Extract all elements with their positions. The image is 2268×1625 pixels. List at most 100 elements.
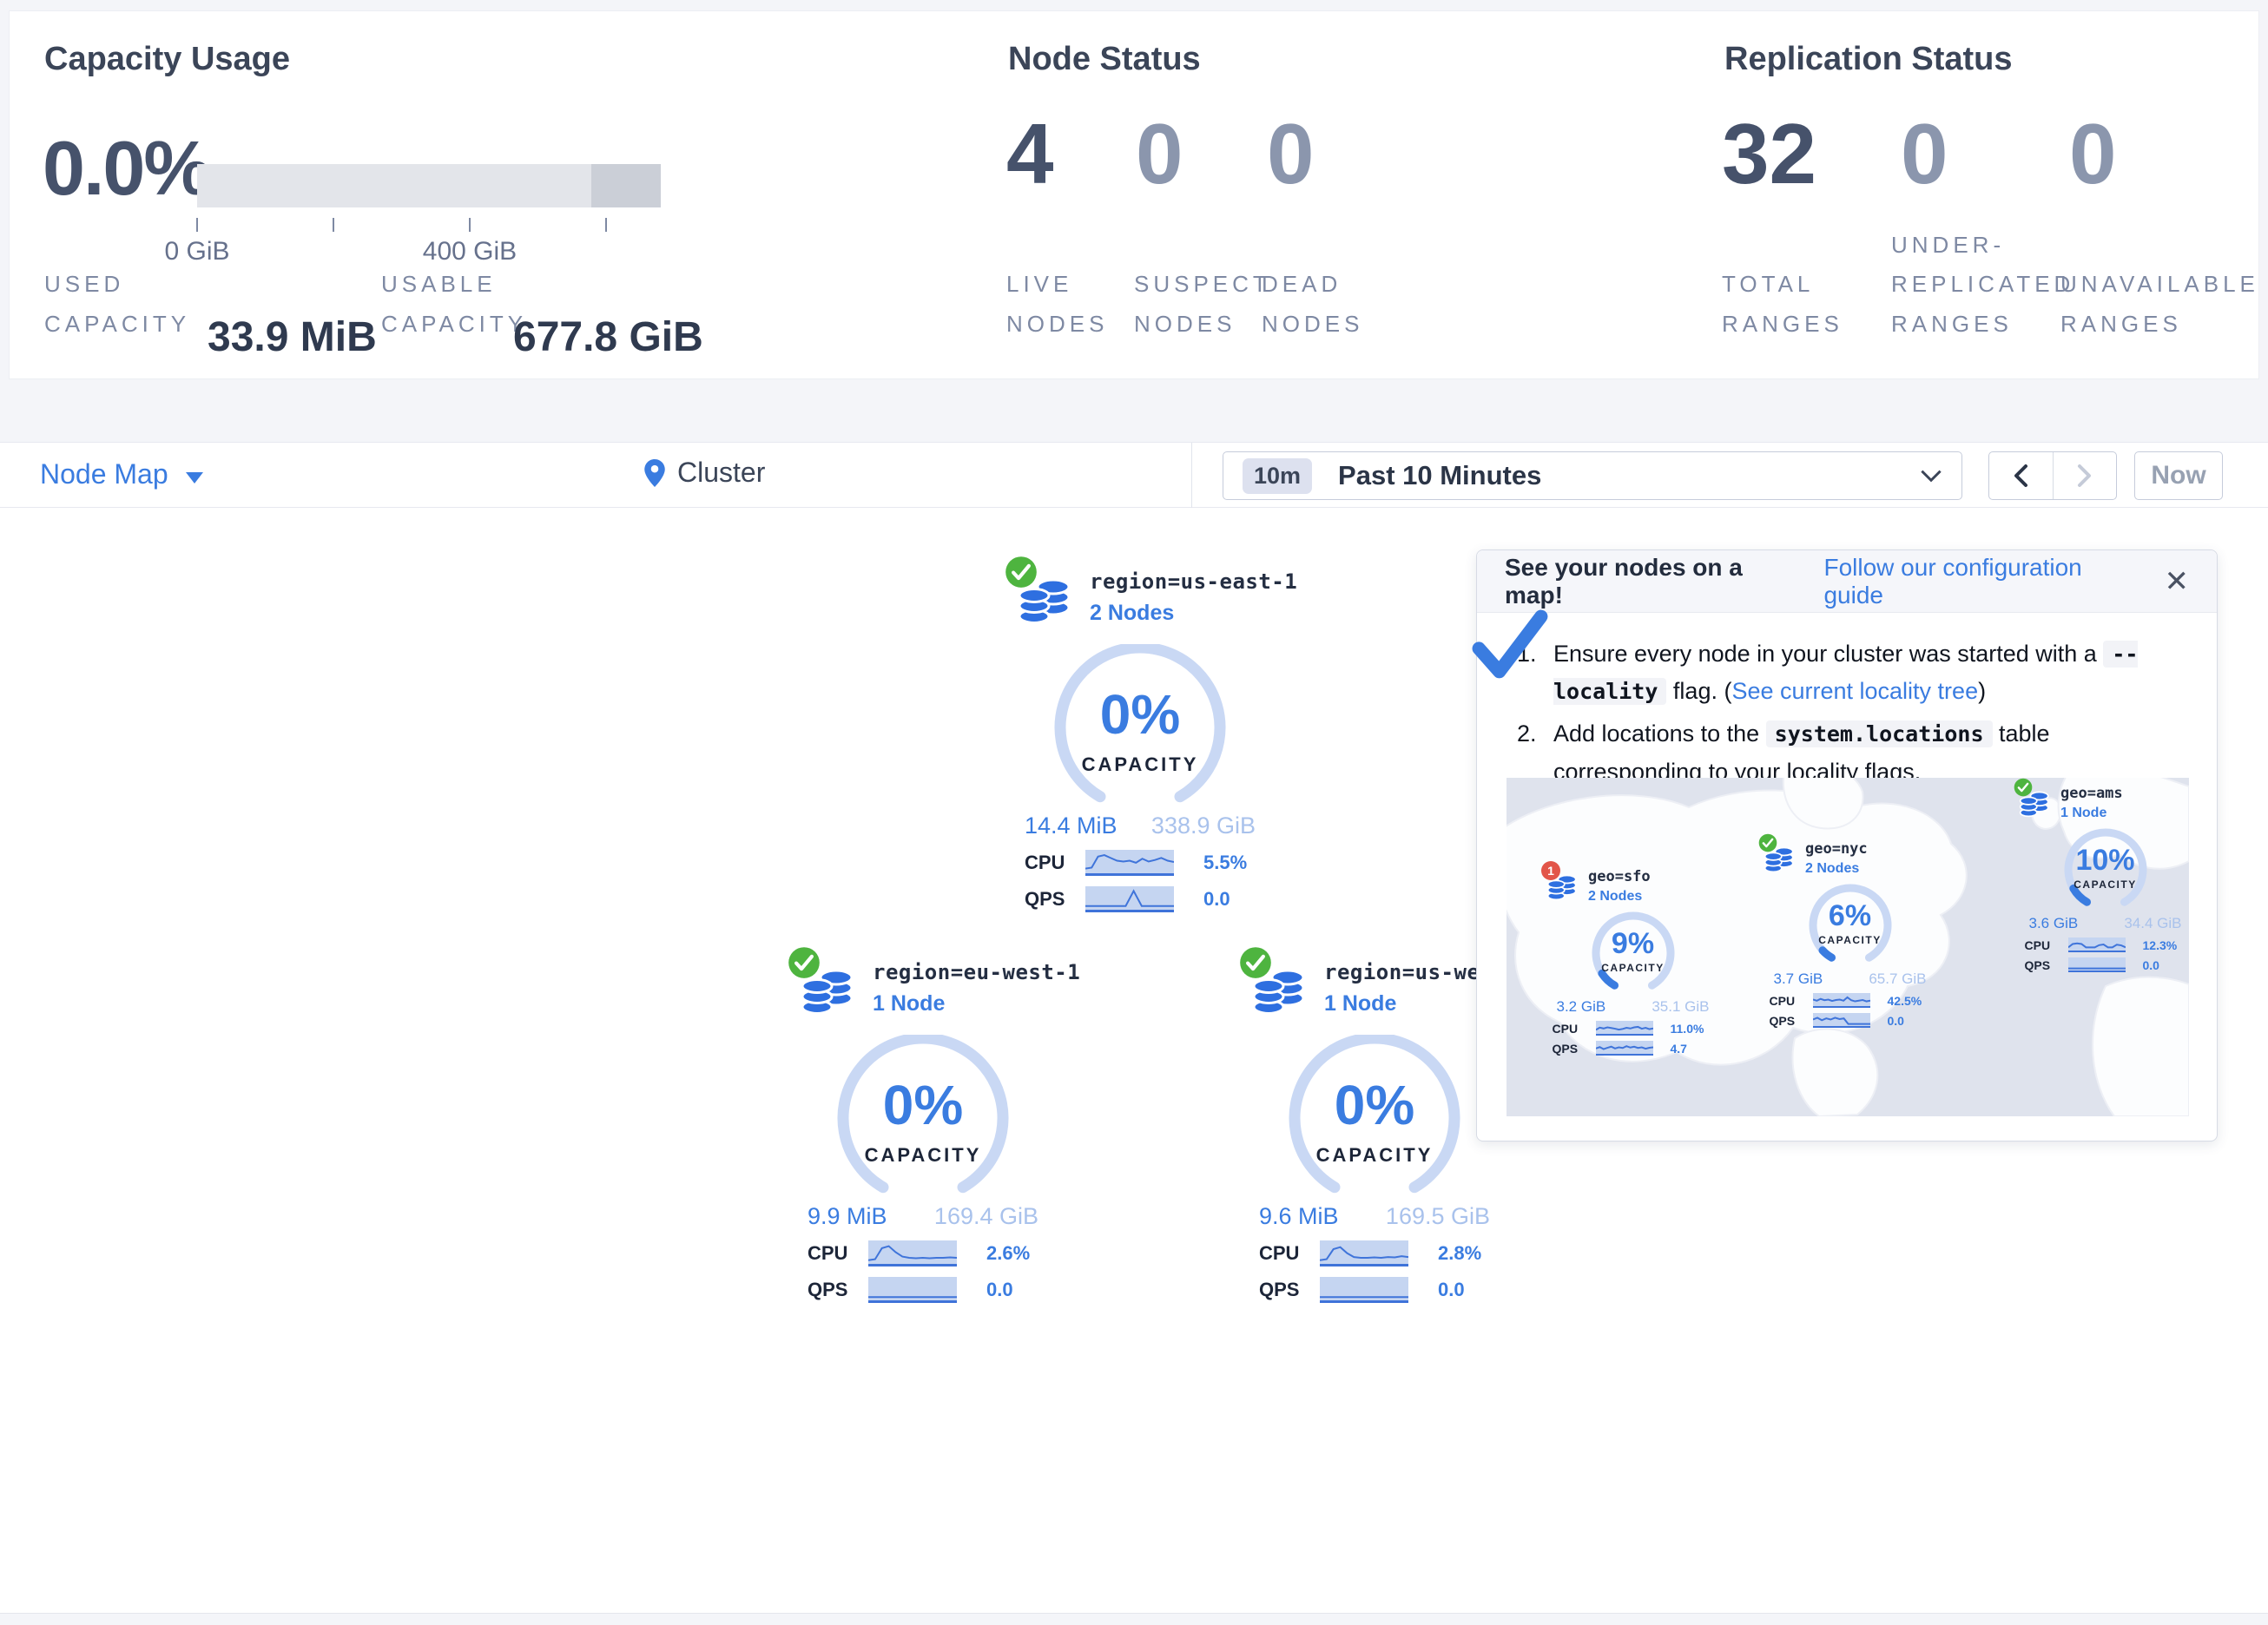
capacity-gauge: 9% CAPACITY [1583,910,1684,997]
node-count-label[interactable]: 1 Node [873,991,1080,1016]
now-button[interactable]: Now [2134,451,2223,500]
node-card-titles: region=us-east-1 2 Nodes [1090,562,1297,626]
unavailable-ranges-label: UNAVAILABLE RANGES [2060,265,2265,344]
step-text: Ensure every node in your cluster was st… [1553,635,2184,710]
breadcrumb[interactable]: Cluster [644,457,765,489]
time-range-select[interactable]: 10m Past 10 Minutes [1223,451,1962,500]
time-range-label: Past 10 Minutes [1338,460,1541,491]
time-back-button[interactable] [1989,452,2054,499]
region-node-card[interactable]: 1 geo=sfo 2 Nodes 9% CAPACITY 3.2 GiB 35… [1539,865,1726,1056]
popup-steps: 1.Ensure every node in your cluster was … [1477,613,2217,791]
node-card-header: region=eu-west-1 1 Node [777,953,1069,1023]
status-ok-icon [2014,778,2033,797]
node-count-label[interactable]: 2 Nodes [1805,861,1868,877]
status-ok-icon [788,946,821,979]
unavailable-ranges-count: 0 [2069,105,2117,203]
step-text-segment: flag. ( [1666,678,1731,704]
total-capacity-value: 169.5 GiB [1386,1203,1490,1230]
qps-value: 0.0 [1438,1279,1465,1301]
cpu-value: 5.5% [1203,852,1247,874]
used-capacity-stat: 33.9 MiB [208,313,377,361]
node-card-titles: geo=nyc 2 Nodes [1805,837,1868,877]
cpu-label: CPU [1025,852,1075,874]
cpu-metric-row: CPU 11.0% [1553,1021,1714,1036]
cpu-metric-row: CPU 12.3% [2025,938,2186,952]
used-capacity-value: 3.2 GiB [1557,998,1606,1016]
toolbar-divider [1191,443,1192,509]
cpu-label: CPU [1553,1022,1589,1036]
region-node-card[interactable]: region=eu-west-1 1 Node 0% CAPACITY 9.9 … [777,953,1069,1303]
live-nodes-label: LIVE NODES [1006,265,1137,344]
usable-capacity-stat: 677.8 GiB [513,313,703,361]
cpu-value: 2.6% [986,1242,1030,1265]
node-status-title: Node Status [1008,41,1201,78]
cpu-sparkline [1596,1021,1653,1036]
cpu-value: 11.0% [1671,1022,1704,1036]
chevron-down-icon [1920,469,1942,483]
region-label: region=eu-west-1 [873,960,1080,984]
capacity-gauge: 0% CAPACITY [831,1035,1015,1201]
configuration-guide-link[interactable]: Follow our configuration guide [1823,554,2141,609]
node-icon-group [1244,953,1310,1023]
region-node-card[interactable]: region=us-east-1 2 Nodes 0% CAPACITY 14.… [994,562,1286,912]
node-card-header: geo=nyc 2 Nodes [1757,837,1943,877]
time-forward-button[interactable] [2054,452,2117,499]
cpu-label: CPU [1259,1242,1309,1265]
cpu-metric-row: CPU 42.5% [1770,993,1931,1008]
cluster-overview-panel: Capacity Usage 0.0% 0 GiB 400 GiB USED C… [9,10,2259,379]
capacity-values: 3.7 GiB 65.7 GiB [1774,970,1927,988]
capacity-usage-percent: 0.0% [43,124,210,213]
view-mode-dropdown[interactable]: Node Map [40,458,203,490]
cpu-sparkline [1320,1240,1408,1266]
suspect-nodes-count: 0 [1136,105,1183,203]
time-pager [1988,451,2117,500]
view-mode-label: Node Map [40,458,168,490]
qps-sparkline [1085,886,1174,912]
capacity-percent: 10% [2055,844,2156,878]
bar-tick [196,218,198,232]
map-pin-icon [644,459,665,487]
capacity-percent: 0% [1282,1073,1467,1137]
cpu-label: CPU [1770,994,1806,1008]
chevron-left-icon [2011,462,2030,490]
region-node-card[interactable]: geo=ams 1 Node 10% CAPACITY 3.6 GiB 34.4… [2012,781,2189,972]
capacity-bar-reserved-segment [591,164,661,207]
qps-label: QPS [1025,888,1075,911]
capacity-caption: CAPACITY [1583,962,1684,974]
capacity-usage-bar [197,164,661,207]
node-icon-group: 1 [1543,865,1579,903]
qps-sparkline [868,1277,957,1303]
locality-tree-link[interactable]: See current locality tree [1731,678,1978,704]
qps-metric-row: QPS 0.0 [2025,957,2186,972]
code-snippet: system.locations [1766,720,1993,747]
world-map-preview: 1 geo=sfo 2 Nodes 9% CAPACITY 3.2 GiB 35… [1507,778,2189,1116]
qps-value: 0.0 [1888,1014,1904,1028]
capacity-values: 9.9 MiB 169.4 GiB [808,1203,1038,1230]
node-card-titles: geo=ams 1 Node [2060,781,2123,821]
popup-header: See your nodes on a map! Follow our conf… [1477,550,2217,613]
total-ranges-count: 32 [1722,105,1816,203]
region-label: geo=sfo [1588,868,1651,885]
capacity-caption: CAPACITY [1048,753,1232,776]
region-label: geo=nyc [1805,840,1868,858]
node-count-label[interactable]: 1 Node [2060,806,2123,821]
used-capacity-value: 9.6 MiB [1259,1203,1339,1230]
total-capacity-value: 34.4 GiB [2124,915,2181,932]
status-ok-icon [1005,556,1038,589]
total-capacity-value: 65.7 GiB [1869,970,1926,988]
node-card-header: region=us-east-1 2 Nodes [994,562,1286,632]
region-node-card[interactable]: geo=nyc 2 Nodes 6% CAPACITY 3.7 GiB 65.7… [1757,837,1943,1028]
capacity-caption: CAPACITY [1800,934,1901,946]
capacity-gauge: 10% CAPACITY [2055,826,2156,913]
node-count-label[interactable]: 2 Nodes [1588,889,1651,905]
qps-label: QPS [2025,958,2061,972]
suspect-nodes-label: SUSPECT NODES [1134,265,1264,344]
bar-tick [605,218,607,232]
cpu-sparkline [2068,938,2126,952]
qps-sparkline [2068,957,2126,972]
qps-sparkline [1596,1041,1653,1056]
node-count-label[interactable]: 2 Nodes [1090,601,1297,626]
close-icon[interactable]: ✕ [2165,564,2190,599]
capacity-gauge: 6% CAPACITY [1800,882,1901,969]
cpu-sparkline [1813,993,1870,1008]
